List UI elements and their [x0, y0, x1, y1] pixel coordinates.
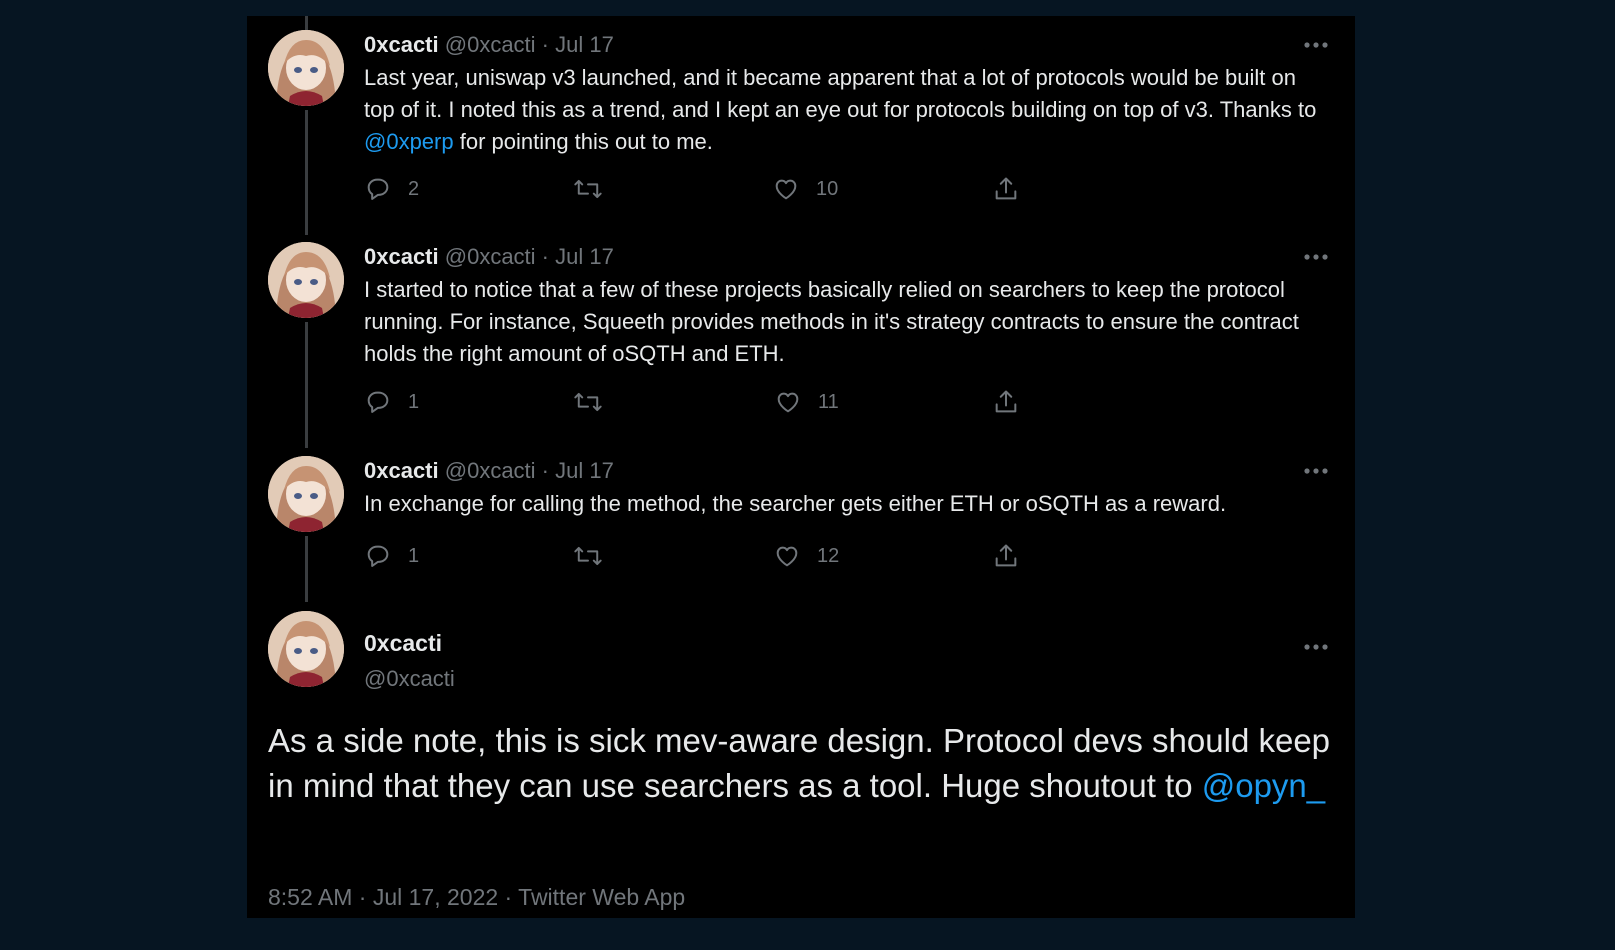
avatar[interactable] [268, 30, 344, 106]
author-handle[interactable]: @0xcacti [445, 458, 536, 483]
reply-icon [364, 388, 392, 416]
more-icon[interactable] [1303, 466, 1329, 476]
more-icon[interactable] [1303, 252, 1329, 262]
avatar[interactable] [268, 456, 344, 532]
reply-icon [364, 542, 392, 570]
author-name[interactable]: 0xcacti [364, 32, 439, 57]
retweet-button[interactable] [573, 174, 603, 204]
like-count: 12 [817, 544, 840, 567]
author-handle[interactable]: @0xcacti [445, 244, 536, 269]
author-name[interactable]: 0xcacti [364, 630, 442, 657]
reply-count: 1 [408, 390, 420, 413]
more-icon[interactable] [1303, 40, 1329, 50]
reply-button[interactable]: 1 [364, 387, 419, 417]
retweet-icon [573, 175, 603, 203]
tweet-header: 0xcacti @0xcacti · Jul 17 [364, 244, 614, 270]
mention-link[interactable]: @opyn_ [1202, 767, 1325, 804]
reply-button[interactable]: 2 [364, 174, 419, 204]
mention-link[interactable]: @0xperp [364, 129, 454, 154]
thread-line [305, 16, 308, 30]
heart-icon [774, 388, 802, 416]
more-icon[interactable] [1303, 642, 1329, 652]
heart-icon [772, 175, 800, 203]
share-button[interactable] [992, 174, 1020, 204]
retweet-button[interactable] [573, 541, 603, 571]
retweet-icon [573, 388, 603, 416]
tweet-thread-panel: 0xcacti @0xcacti · Jul 17 Last year, uni… [247, 16, 1355, 918]
heart-icon [773, 542, 801, 570]
author-handle[interactable]: @0xcacti [364, 666, 455, 692]
author-name[interactable]: 0xcacti [364, 458, 439, 483]
tweet-header: 0xcacti @0xcacti · Jul 17 [364, 32, 614, 58]
tweet-actions: 1 12 [364, 541, 1064, 571]
share-button[interactable] [992, 387, 1020, 417]
like-button[interactable]: 12 [773, 541, 839, 571]
separator: · [535, 244, 556, 269]
reply-count: 2 [408, 177, 420, 200]
main-tweet-author: 0xcacti @0xcacti [247, 630, 1355, 700]
tweet-date[interactable]: Jul 17 [555, 458, 614, 483]
tweet-header: 0xcacti @0xcacti · Jul 17 [364, 458, 614, 484]
like-button[interactable]: 11 [774, 387, 839, 417]
share-icon [992, 542, 1020, 570]
separator: · [535, 32, 556, 57]
tweet-text-part: As a side note, this is sick mev-aware d… [268, 722, 1331, 804]
reply-icon [364, 175, 392, 203]
share-icon [992, 388, 1020, 416]
retweet-button[interactable] [573, 387, 603, 417]
tweet-timestamp[interactable]: 8:52 AM · Jul 17, 2022 · Twitter Web App [268, 884, 685, 911]
author-handle[interactable]: @0xcacti [445, 32, 536, 57]
like-count: 10 [816, 177, 839, 200]
tweet-actions: 2 10 [364, 174, 1064, 204]
like-button[interactable]: 10 [772, 174, 838, 204]
separator: · [535, 458, 556, 483]
like-count: 11 [818, 390, 839, 413]
author-name[interactable]: 0xcacti [364, 244, 439, 269]
thread-line [305, 110, 308, 235]
reply-count: 1 [408, 544, 420, 567]
tweet-text: Last year, uniswap v3 launched, and it b… [364, 62, 1324, 158]
tweet-text-part: Last year, uniswap v3 launched, and it b… [364, 65, 1317, 122]
share-button[interactable] [992, 541, 1020, 571]
tweet-date[interactable]: Jul 17 [555, 32, 614, 57]
share-icon [992, 175, 1020, 203]
avatar[interactable] [268, 242, 344, 318]
tweet-text: I started to notice that a few of these … [364, 277, 1299, 366]
tweet-text: In exchange for calling the method, the … [364, 491, 1227, 516]
thread-line [305, 322, 308, 448]
retweet-icon [573, 542, 603, 570]
reply-button[interactable]: 1 [364, 541, 419, 571]
main-tweet-text: As a side note, this is sick mev-aware d… [268, 718, 1338, 808]
thread-line [305, 536, 308, 602]
tweet-actions: 1 11 [364, 387, 1064, 417]
tweet-date[interactable]: Jul 17 [555, 244, 614, 269]
tweet-text-part: for pointing this out to me. [453, 129, 713, 154]
